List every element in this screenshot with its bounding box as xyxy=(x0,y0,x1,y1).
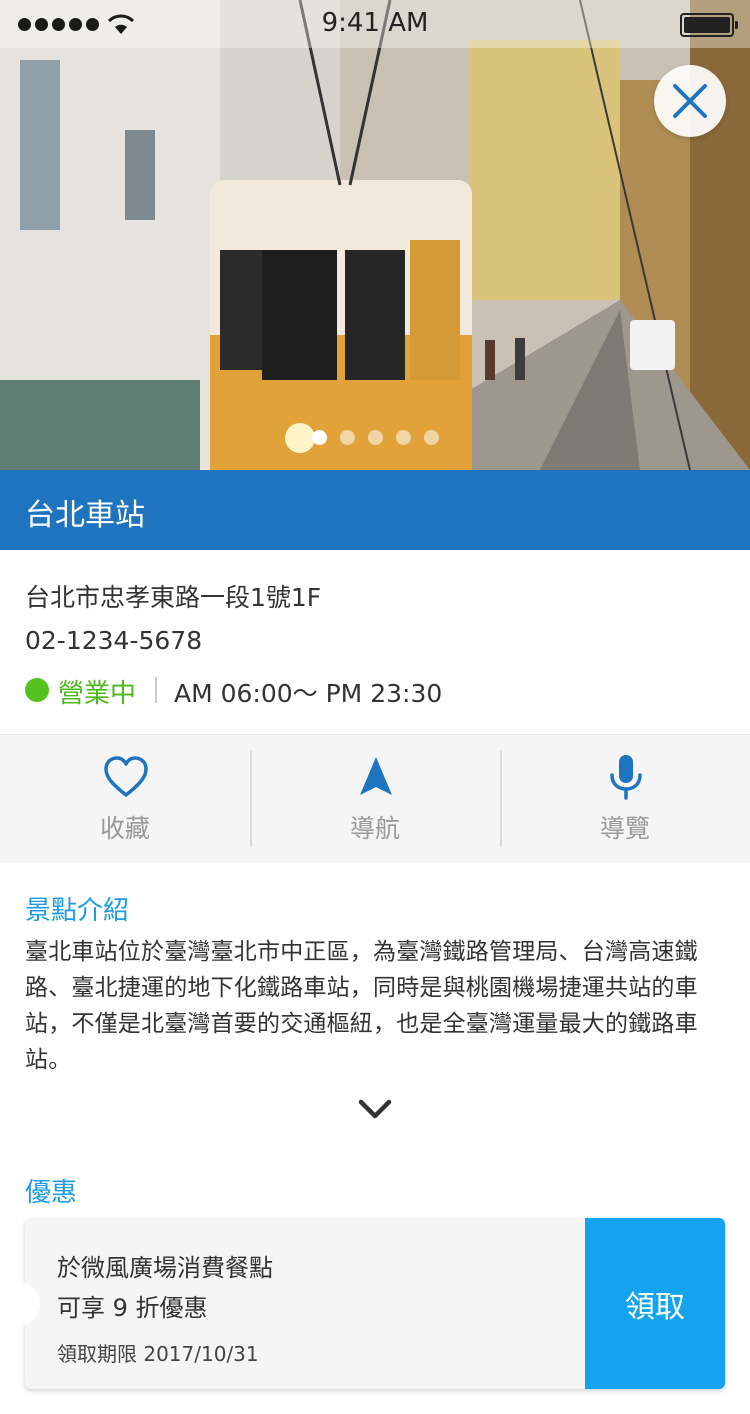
place-address: 台北市忠孝東路一段1號1F xyxy=(25,583,322,612)
battery-icon xyxy=(680,13,738,37)
coupon-line1: 於微風廣場消費餐點 xyxy=(57,1254,273,1282)
coupon-notch xyxy=(4,1283,40,1325)
audio-guide-button[interactable]: 導覽 xyxy=(500,735,750,863)
claim-button[interactable]: 領取 xyxy=(585,1218,725,1389)
navigate-button[interactable]: 導航 xyxy=(250,735,500,863)
intro-text: 臺北車站位於臺灣臺北市中正區，為臺灣鐵路管理局、台灣高速鐵路、臺北捷運的地下化鐵… xyxy=(25,939,698,1073)
carousel-dot[interactable] xyxy=(424,430,439,445)
open-status-dot xyxy=(25,678,49,702)
navigation-arrow-icon xyxy=(360,757,392,795)
coupon-card: 於微風廣場消費餐點 可享 9 折優惠 領取期限 2017/10/31 領取 xyxy=(25,1218,725,1389)
coupon-line2: 可享 9 折優惠 xyxy=(57,1294,208,1322)
favorite-button[interactable]: 收藏 xyxy=(0,735,250,863)
favorite-label: 收藏 xyxy=(99,814,150,843)
place-title-bar: 台北車站 xyxy=(0,470,750,550)
audio-guide-label: 導覽 xyxy=(599,814,650,843)
carousel-indicator[interactable] xyxy=(312,430,439,445)
place-title: 台北車站 xyxy=(25,498,145,533)
heart-icon xyxy=(104,756,148,797)
place-phone[interactable]: 02-1234-5678 xyxy=(25,626,202,655)
status-bar: 9:41 AM xyxy=(0,0,750,48)
action-bar: 收藏 導航 導覽 xyxy=(0,734,750,863)
carousel-dot-active[interactable] xyxy=(312,430,327,445)
carousel-dot[interactable] xyxy=(368,430,383,445)
offer-heading: 優惠 xyxy=(25,1178,78,1208)
chevron-down-icon[interactable] xyxy=(357,1098,393,1122)
intro-heading: 景點介紹 xyxy=(25,896,130,926)
microphone-icon xyxy=(610,755,642,800)
navigate-label: 導航 xyxy=(349,814,400,843)
carousel-dot[interactable] xyxy=(396,430,411,445)
opening-hours: AM 06:00～ PM 23:30 xyxy=(174,679,443,708)
street-tram-photo xyxy=(0,0,750,470)
carousel-dot[interactable] xyxy=(340,430,355,445)
coupon-deadline: 領取期限 2017/10/31 xyxy=(57,1342,259,1366)
hero-image[interactable]: 9:41 AM xyxy=(0,0,750,470)
close-button[interactable] xyxy=(654,65,726,137)
open-status: 營業中 xyxy=(58,679,137,709)
status-time: 9:41 AM xyxy=(321,8,429,38)
close-icon xyxy=(673,84,707,118)
divider xyxy=(155,677,157,703)
